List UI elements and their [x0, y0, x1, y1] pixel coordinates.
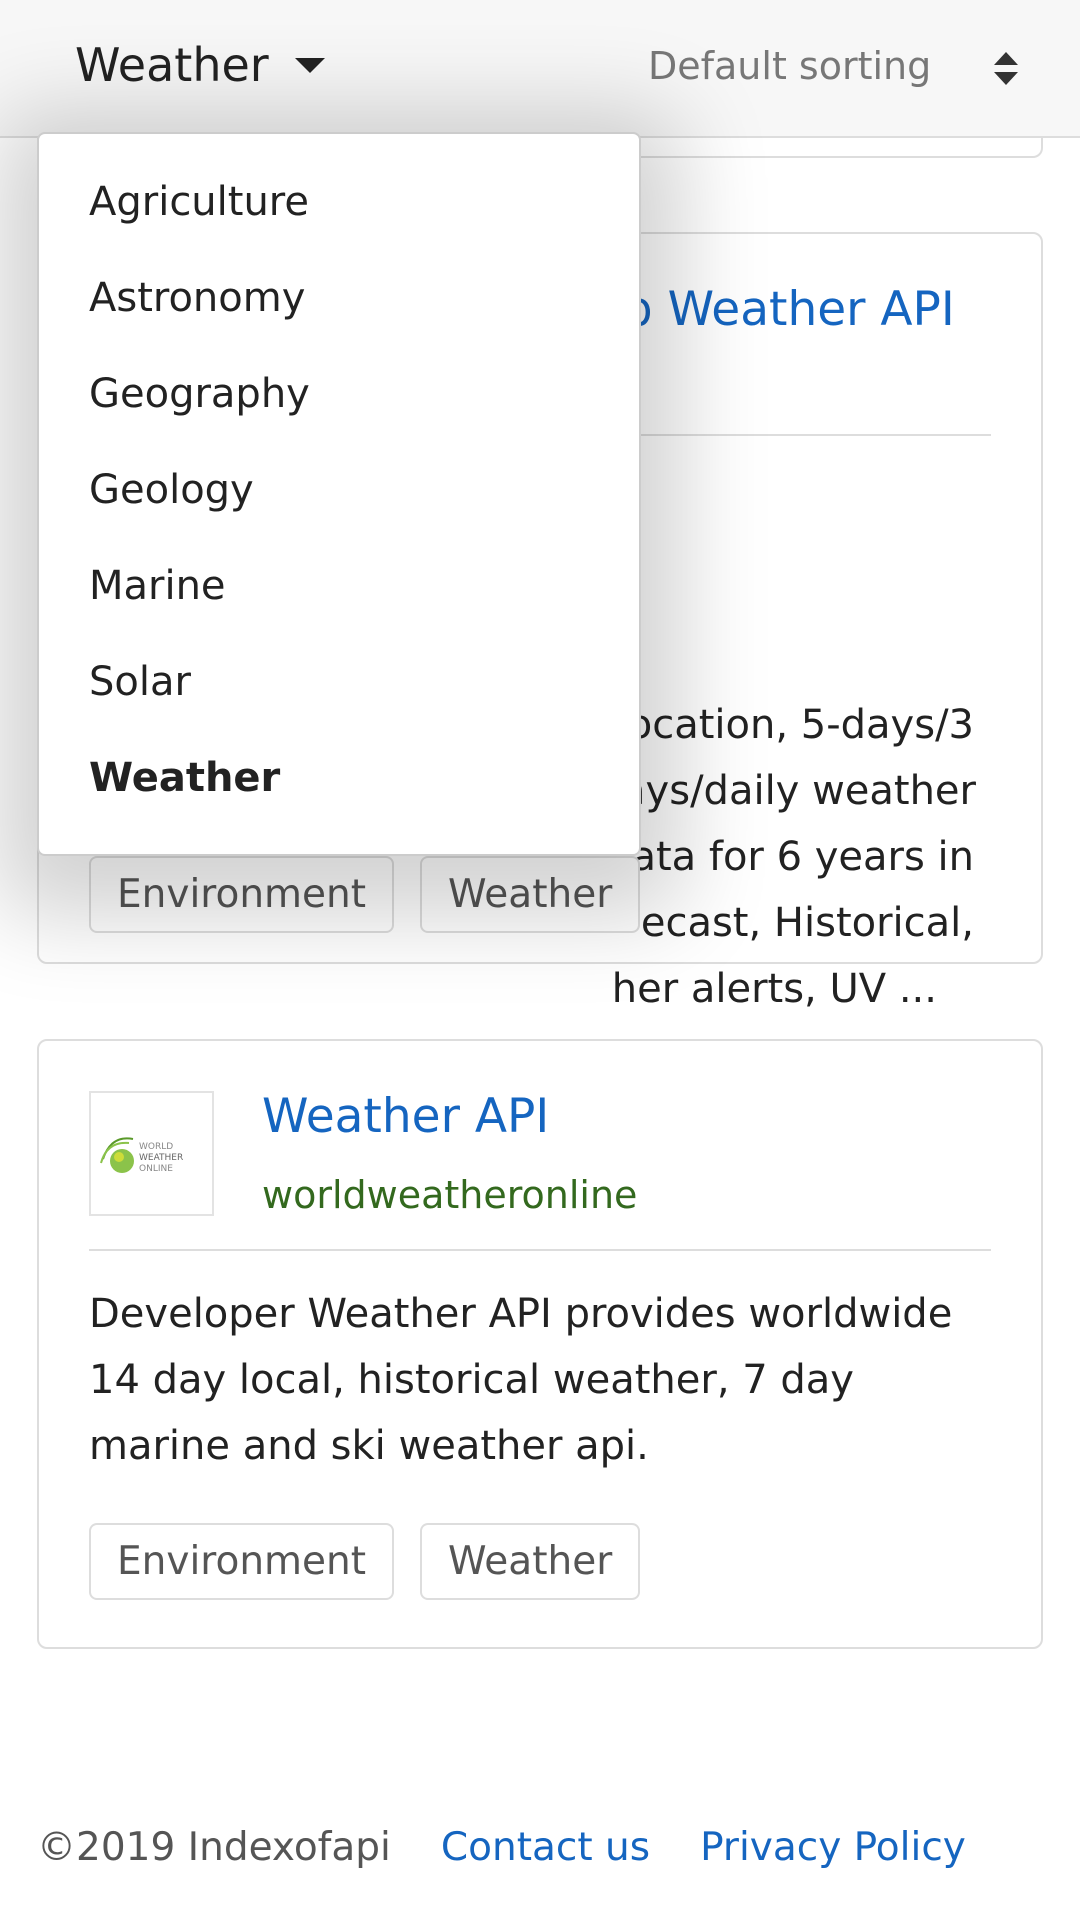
dropdown-item-agriculture[interactable]: Agriculture	[39, 181, 639, 277]
tag-list: Environment Weather	[89, 856, 641, 933]
svg-text:WORLD: WORLD	[139, 1142, 173, 1152]
card-divider	[89, 1249, 991, 1251]
footer-copyright: ©2019 Indexofapi	[37, 1825, 391, 1870]
svg-text:WEATHER: WEATHER	[139, 1153, 183, 1163]
dropdown-item-marine[interactable]: Marine	[39, 565, 639, 661]
caret-down-icon	[294, 57, 325, 73]
sort-arrows-icon	[994, 52, 1018, 88]
sort-select[interactable]: Default sorting	[648, 44, 1018, 96]
sort-select-value: Default sorting	[648, 44, 932, 88]
dropdown-item-astronomy[interactable]: Astronomy	[39, 277, 639, 373]
privacy-policy-link[interactable]: Privacy Policy	[700, 1825, 966, 1870]
worldweatheronline-logo-icon: WORLD WEATHER ONLINE	[99, 1136, 183, 1174]
api-card-provider: worldweatheronline	[262, 1173, 638, 1217]
description-line: her alerts, UV ...	[611, 966, 937, 1012]
filter-bar: Weather Default sorting	[0, 0, 1080, 138]
api-card-description: Developer Weather API provides worldwide…	[89, 1291, 953, 1469]
api-card-title[interactable]: Weather API	[262, 1089, 549, 1144]
tag-weather[interactable]: Weather	[420, 856, 641, 933]
dropdown-item-geography[interactable]: Geography	[39, 373, 639, 469]
provider-logo: WORLD WEATHER ONLINE	[89, 1091, 214, 1216]
api-card-title[interactable]: ap Weather API	[594, 282, 955, 337]
contact-us-link[interactable]: Contact us	[441, 1825, 650, 1870]
api-card: WORLD WEATHER ONLINE Weather API worldwe…	[37, 1039, 1043, 1649]
footer: ©2019 Indexofapi Contact us Privacy Poli…	[37, 1825, 966, 1870]
dropdown-item-weather[interactable]: Weather	[39, 757, 639, 853]
tag-environment[interactable]: Environment	[89, 856, 395, 933]
category-select[interactable]: Weather	[75, 38, 325, 92]
category-select-value: Weather	[75, 38, 269, 92]
tag-list: Environment Weather	[89, 1523, 641, 1600]
category-dropdown-menu: Agriculture Astronomy Geography Geology …	[37, 132, 641, 856]
svg-text:ONLINE: ONLINE	[139, 1164, 173, 1174]
tag-weather[interactable]: Weather	[420, 1523, 641, 1600]
dropdown-item-geology[interactable]: Geology	[39, 469, 639, 565]
dropdown-item-solar[interactable]: Solar	[39, 661, 639, 757]
tag-environment[interactable]: Environment	[89, 1523, 395, 1600]
